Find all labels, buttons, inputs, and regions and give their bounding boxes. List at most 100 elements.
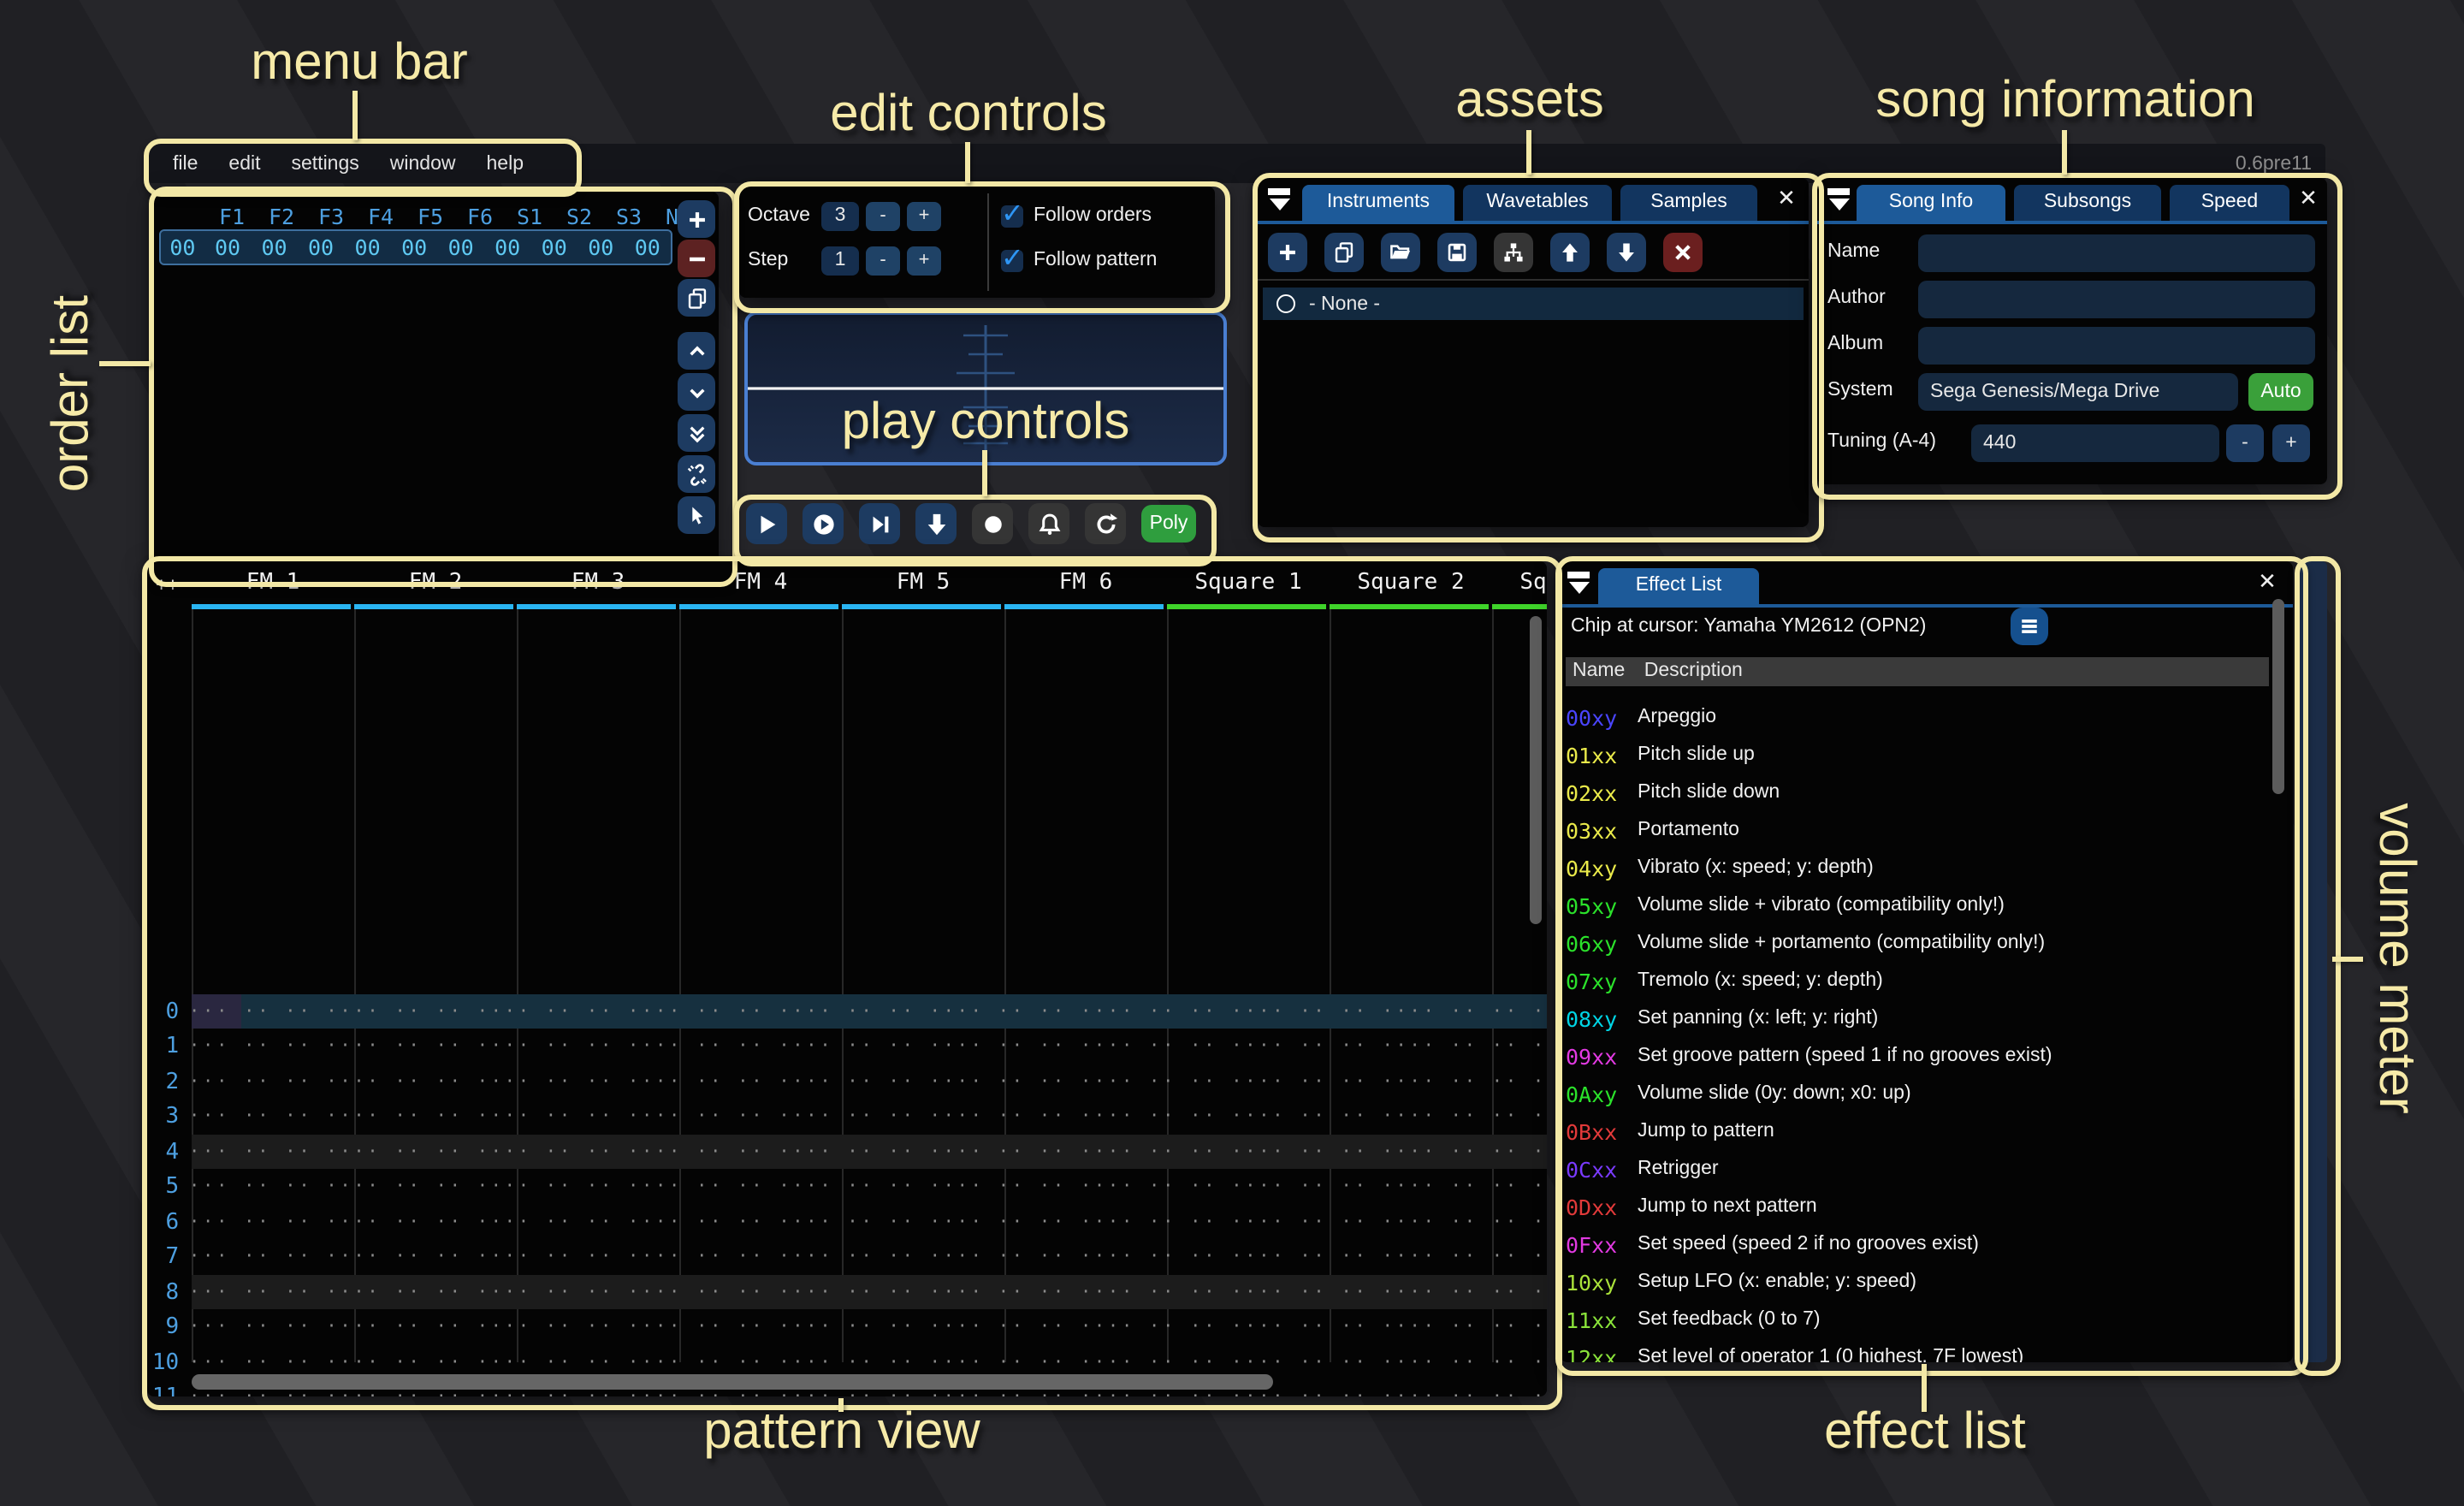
tab-samples[interactable]: Samples bbox=[1620, 185, 1757, 221]
effect-row[interactable]: 02xxPitch slide down bbox=[1566, 774, 2269, 811]
pattern-cell[interactable]: ··· ·· ·· ··· bbox=[491, 1248, 642, 1266]
order-edit-mode-button[interactable] bbox=[678, 496, 715, 534]
pattern-cell[interactable]: ··· ·· ·· ··· bbox=[1094, 1213, 1245, 1231]
pattern-cell[interactable]: ··· ·· ·· ··· bbox=[189, 1142, 340, 1161]
tab-subsongs[interactable]: Subsongs bbox=[2014, 185, 2161, 221]
pattern-cell[interactable]: ··· ·· ·· ··· bbox=[792, 1353, 943, 1372]
effect-row[interactable]: 0CxxRetrigger bbox=[1566, 1150, 2269, 1188]
pattern-row[interactable]: 7··· ·· ·· ······ ·· ·· ······ ·· ·· ···… bbox=[147, 1240, 1547, 1274]
collapse-icon[interactable] bbox=[1827, 188, 1850, 210]
play-one-row-button[interactable] bbox=[859, 503, 900, 544]
pattern-cell[interactable]: ··· ·· ·· ··· bbox=[1094, 1002, 1245, 1021]
pattern-cell[interactable]: ··· ·· ·· ··· bbox=[1396, 1142, 1547, 1161]
order-duplicate-button[interactable] bbox=[678, 279, 715, 317]
pattern-cell[interactable]: ··· ·· ·· ··· bbox=[792, 1037, 943, 1056]
pattern-cell[interactable]: ··· ·· ·· ··· bbox=[1245, 1002, 1395, 1021]
effect-row[interactable]: 09xxSet groove pattern (speed 1 if no gr… bbox=[1566, 1037, 2269, 1075]
pattern-cell[interactable]: ··· ·· ·· ··· bbox=[944, 1037, 1094, 1056]
order-cell[interactable]: 00 bbox=[344, 234, 391, 260]
close-icon[interactable] bbox=[1774, 187, 1798, 210]
pattern-cell[interactable]: ··· ·· ·· ··· bbox=[1396, 1318, 1547, 1337]
pattern-cell[interactable]: ··· ·· ·· ··· bbox=[1094, 1318, 1245, 1337]
effect-row[interactable]: 0FxxSet speed (speed 2 if no grooves exi… bbox=[1566, 1225, 2269, 1263]
order-move-up-button[interactable] bbox=[678, 332, 715, 370]
channel-header-square-2[interactable]: Square 2 bbox=[1330, 570, 1492, 596]
tab-song-info[interactable]: Song Info bbox=[1857, 185, 2005, 221]
pattern-cell[interactable]: ··· ·· ·· ··· bbox=[1396, 1283, 1547, 1301]
pattern-cell[interactable]: ··· ·· ·· ··· bbox=[189, 1072, 340, 1091]
pattern-cell[interactable]: ··· ·· ·· ··· bbox=[642, 1283, 792, 1301]
pattern-options-corner[interactable]: ++ bbox=[156, 573, 179, 596]
pattern-cell[interactable]: ··· ·· ·· ··· bbox=[1245, 1142, 1395, 1161]
pattern-cell[interactable]: ··· ·· ·· ··· bbox=[642, 1248, 792, 1266]
pattern-cell[interactable]: ··· ·· ·· ··· bbox=[1245, 1318, 1395, 1337]
tab-wavetables[interactable]: Wavetables bbox=[1463, 185, 1612, 221]
pattern-cell[interactable]: ··· ·· ·· ··· bbox=[642, 1177, 792, 1196]
step-increment-button[interactable]: + bbox=[907, 246, 941, 275]
order-remove-button[interactable] bbox=[678, 240, 715, 277]
pattern-cell[interactable]: ··· ·· ·· ··· bbox=[1396, 1002, 1547, 1021]
pattern-cell[interactable]: ··· ·· ·· ··· bbox=[1396, 1388, 1547, 1396]
pattern-cell[interactable]: ··· ·· ·· ··· bbox=[1094, 1107, 1245, 1126]
album-field[interactable] bbox=[1918, 327, 2315, 365]
pattern-row[interactable]: 6··· ·· ·· ······ ·· ·· ······ ·· ·· ···… bbox=[147, 1205, 1547, 1239]
follow-pattern-checkbox[interactable] bbox=[1001, 249, 1023, 271]
effect-row[interactable]: 0AxyVolume slide (0y: down; x0: up) bbox=[1566, 1075, 2269, 1112]
pattern-cell[interactable]: ··· ·· ·· ··· bbox=[944, 1107, 1094, 1126]
pattern-cell[interactable]: ··· ·· ·· ··· bbox=[642, 1072, 792, 1091]
pattern-cell[interactable]: ··· ·· ·· ··· bbox=[1094, 1248, 1245, 1266]
order-add-button[interactable] bbox=[678, 200, 715, 238]
pattern-cell[interactable]: ··· ·· ·· ··· bbox=[340, 1283, 490, 1301]
effect-row[interactable]: 0BxxJump to pattern bbox=[1566, 1112, 2269, 1150]
pattern-cell[interactable]: ··· ·· ·· ··· bbox=[340, 1213, 490, 1231]
effect-row[interactable]: 08xySet panning (x: left; y: right) bbox=[1566, 999, 2269, 1037]
delete-asset-button[interactable] bbox=[1663, 233, 1703, 272]
pattern-row[interactable]: 3··· ·· ·· ······ ·· ·· ······ ·· ·· ···… bbox=[147, 1100, 1547, 1134]
horizontal-scrollbar[interactable] bbox=[192, 1374, 1273, 1390]
pattern-cell[interactable]: ··· ·· ·· ··· bbox=[792, 1072, 943, 1091]
open-asset-button[interactable] bbox=[1381, 233, 1420, 272]
pattern-cell[interactable]: ··· ·· ·· ··· bbox=[944, 1213, 1094, 1231]
author-field[interactable] bbox=[1918, 281, 2315, 318]
order-cell[interactable]: 00 bbox=[298, 234, 345, 260]
pattern-cell[interactable]: ··· ·· ·· ··· bbox=[1396, 1353, 1547, 1372]
pattern-cell[interactable]: ··· ·· ·· ··· bbox=[340, 1107, 490, 1126]
pattern-cell[interactable]: ··· ·· ·· ··· bbox=[792, 1142, 943, 1161]
channel-header-fm-2[interactable]: FM 2 bbox=[354, 570, 517, 596]
effect-row[interactable]: 12xxSet level of operator 1 (0 highest, … bbox=[1566, 1338, 2269, 1362]
tab-instruments[interactable]: Instruments bbox=[1302, 185, 1454, 221]
step-value[interactable]: 1 bbox=[821, 246, 859, 275]
octave-decrement-button[interactable]: - bbox=[866, 201, 900, 230]
pattern-row[interactable]: 0··· ·· ·· ······ ·· ·· ······ ·· ·· ···… bbox=[147, 994, 1547, 1029]
pattern-cell[interactable]: ··· ·· ·· ··· bbox=[1094, 1037, 1245, 1056]
pattern-cell[interactable]: ··· ·· ·· ··· bbox=[1094, 1353, 1245, 1372]
pattern-cell[interactable]: ··· ·· ·· ··· bbox=[1245, 1248, 1395, 1266]
move-asset-down-button[interactable] bbox=[1607, 233, 1646, 272]
pattern-cell[interactable]: ··· ·· ·· ··· bbox=[1245, 1283, 1395, 1301]
pattern-cell[interactable]: ··· ·· ·· ··· bbox=[642, 1002, 792, 1021]
system-field[interactable]: Sega Genesis/Mega Drive bbox=[1918, 373, 2238, 411]
effect-row[interactable]: 05xyVolume slide + vibrato (compatibilit… bbox=[1566, 886, 2269, 924]
tuning-decrement-button[interactable]: - bbox=[2226, 424, 2264, 462]
play-from-start-button[interactable] bbox=[803, 503, 844, 544]
pattern-cell[interactable]: ··· ·· ·· ··· bbox=[340, 1353, 490, 1372]
pattern-cell[interactable]: ··· ·· ·· ··· bbox=[189, 1002, 340, 1021]
pattern-cell[interactable]: ··· ·· ·· ··· bbox=[944, 1142, 1094, 1161]
pattern-cell[interactable]: ··· ·· ·· ··· bbox=[792, 1318, 943, 1337]
pattern-cell[interactable]: ··· ·· ·· ··· bbox=[340, 1142, 490, 1161]
channel-header-square-3[interactable]: Square 3 bbox=[1492, 570, 1547, 596]
pattern-cell[interactable]: ··· ·· ·· ··· bbox=[944, 1353, 1094, 1372]
menu-file[interactable]: file bbox=[157, 153, 213, 174]
pattern-cell[interactable]: ··· ·· ·· ··· bbox=[491, 1318, 642, 1337]
order-cell[interactable]: 00 bbox=[530, 234, 578, 260]
channel-header-fm-1[interactable]: FM 1 bbox=[192, 570, 354, 596]
record-button[interactable] bbox=[972, 503, 1013, 544]
instrument-list-item[interactable]: - None - bbox=[1263, 288, 1804, 320]
tuning-field[interactable]: 440 bbox=[1971, 424, 2219, 462]
order-cell[interactable]: 00 bbox=[578, 234, 625, 260]
asset-directories-button[interactable] bbox=[1494, 233, 1533, 272]
pattern-cell[interactable]: ··· ·· ·· ··· bbox=[1094, 1177, 1245, 1196]
repeat-button[interactable] bbox=[1085, 503, 1126, 544]
pattern-cell[interactable]: ··· ·· ·· ··· bbox=[1245, 1037, 1395, 1056]
pattern-cell[interactable]: ··· ·· ·· ··· bbox=[189, 1177, 340, 1196]
